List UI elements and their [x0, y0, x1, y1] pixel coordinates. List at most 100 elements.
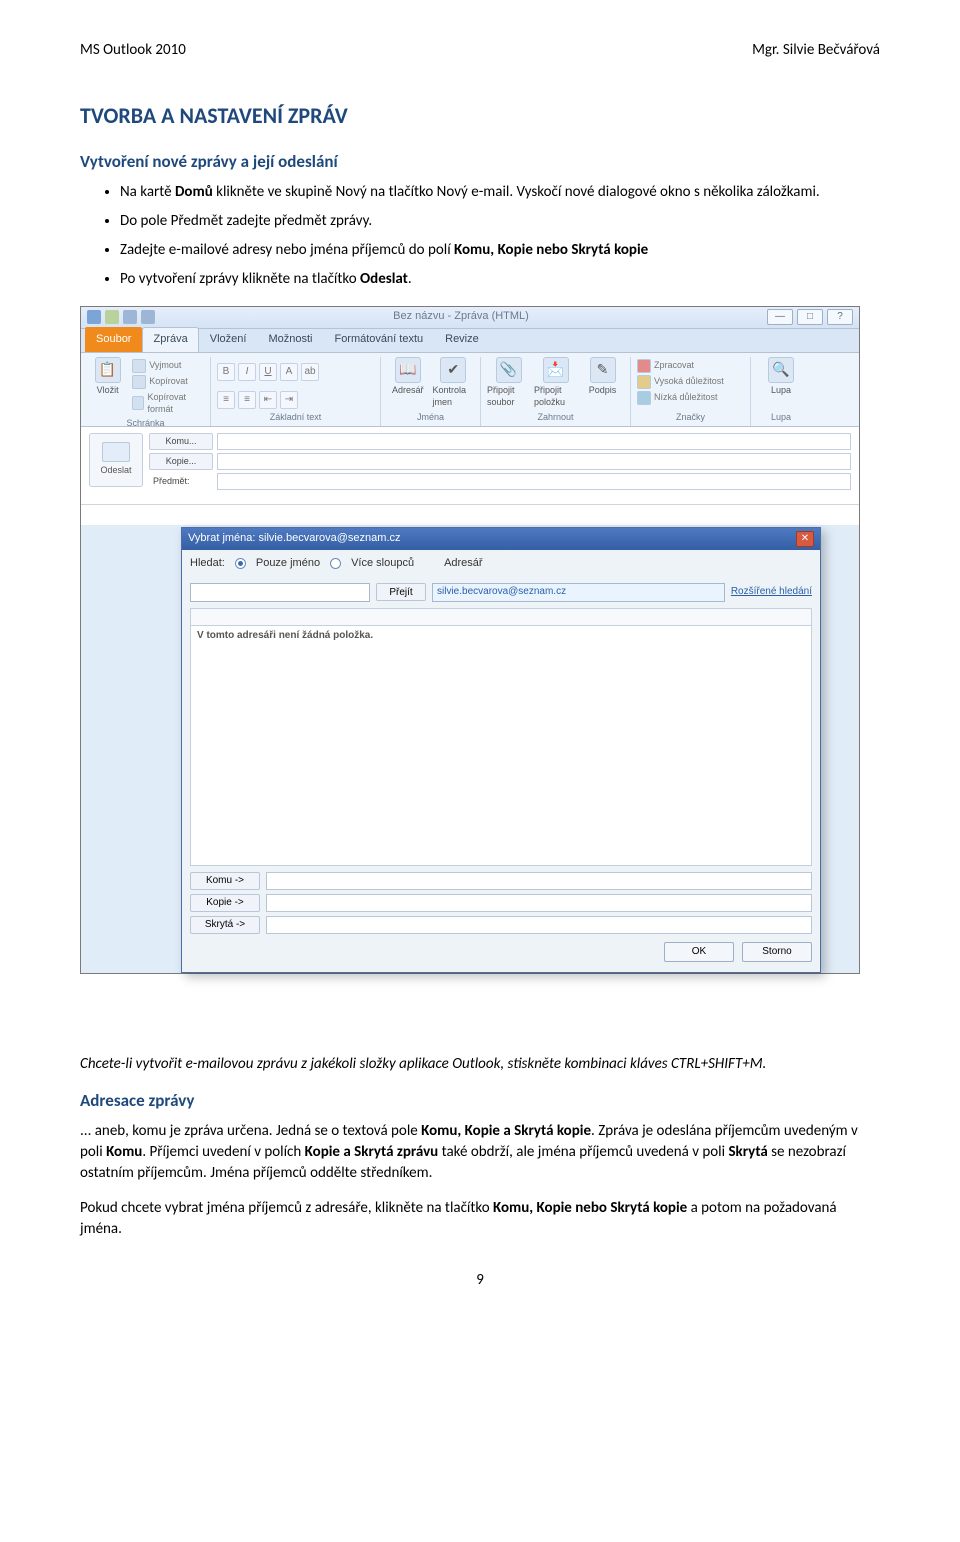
bullets-button[interactable]: ≡ — [217, 391, 235, 409]
pen-icon: ✎ — [590, 357, 616, 383]
brush-icon — [132, 396, 144, 410]
header-left: MS Outlook 2010 — [80, 40, 186, 61]
subsection-create: Vytvoření nové zprávy a její odeslání — [80, 150, 880, 174]
tab-message[interactable]: Zpráva — [142, 327, 198, 351]
search-label: Hledat: — [190, 556, 225, 571]
paste-button[interactable]: 📋 Vložit — [87, 357, 128, 397]
to-input[interactable] — [217, 433, 851, 450]
group-basictext-label: Základní text — [217, 410, 374, 426]
dialog-title-text: Vybrat jména: silvie.becvarova@seznam.cz — [188, 531, 401, 546]
exclamation-icon — [637, 375, 651, 389]
ribbon-tabs: Soubor Zpráva Vložení Možnosti Formátová… — [81, 329, 859, 353]
dest-cc-field[interactable] — [266, 894, 812, 912]
search-input[interactable] — [190, 583, 370, 602]
cc-button[interactable]: Kopie... — [149, 453, 213, 470]
to-button[interactable]: Komu... — [149, 433, 213, 450]
tab-file[interactable]: Soubor — [85, 327, 142, 351]
header-right: Mgr. Silvie Bečvářová — [752, 40, 880, 61]
save-icon[interactable] — [105, 310, 119, 324]
low-importance-button[interactable]: Nízká důležitost — [637, 391, 718, 405]
bullet-list: Na kartě Domů klikněte ve skupině Nový n… — [80, 182, 880, 290]
clipboard-icon: 📋 — [95, 357, 121, 383]
radio-name-only[interactable] — [235, 558, 246, 569]
subject-label: Předmět: — [149, 473, 213, 490]
addressing-paragraph-1: ... aneb, komu je zpráva určena. Jedná s… — [80, 1121, 880, 1184]
bullet-3: Zadejte e-mailové adresy nebo jména příj… — [120, 240, 880, 261]
zoom-button[interactable]: 🔍Lupa — [757, 357, 805, 397]
undo-icon[interactable] — [123, 310, 137, 324]
tab-insert[interactable]: Vložení — [199, 327, 258, 351]
dialog-close-button[interactable]: ✕ — [796, 531, 814, 547]
group-include-label: Zahrnout — [487, 410, 624, 426]
highlight-button[interactable]: ab — [301, 363, 319, 381]
group-clipboard-label: Schránka — [87, 416, 204, 432]
underline-button[interactable]: U — [259, 363, 277, 381]
subject-input[interactable] — [217, 473, 851, 490]
check-names-button[interactable]: ✔Kontrola jmen — [433, 357, 475, 409]
attach-item-button[interactable]: 📩Připojit položku — [534, 357, 577, 409]
font-color-button[interactable]: A — [280, 363, 298, 381]
indent-left-button[interactable]: ⇤ — [259, 391, 277, 409]
group-zoom-label: Lupa — [757, 410, 805, 426]
outlook-screenshot: Bez názvu - Zpráva (HTML) — □ ? Soubor Z… — [80, 306, 860, 974]
ribbon-body: 📋 Vložit Vyjmout Kopírovat Kopírovat for… — [81, 353, 859, 427]
bold-button[interactable]: B — [217, 363, 235, 381]
redo-icon[interactable] — [141, 310, 155, 324]
minimize-button[interactable]: — — [767, 309, 793, 325]
advanced-search-link[interactable]: Rozšířené hledání — [731, 585, 812, 599]
body-text: Chcete-li vytvořit e-mailovou zprávu z j… — [80, 1054, 880, 1240]
dest-bcc-field[interactable] — [266, 916, 812, 934]
maximize-button[interactable]: □ — [797, 309, 823, 325]
indent-right-button[interactable]: ⇥ — [280, 391, 298, 409]
cut-button[interactable]: Vyjmout — [132, 359, 204, 373]
copy-button[interactable]: Kopírovat — [132, 375, 204, 389]
format-painter-button[interactable]: Kopírovat formát — [132, 391, 204, 416]
attach-file-button[interactable]: 📎Připojit soubor — [487, 357, 530, 409]
dest-bcc-button[interactable]: Skrytá -> — [190, 916, 260, 934]
dialog-ok-button[interactable]: OK — [664, 942, 734, 962]
dest-to-button[interactable]: Komu -> — [190, 872, 260, 890]
list-header — [190, 608, 812, 626]
message-body-area[interactable] — [81, 505, 859, 525]
paperclip-icon: 📎 — [496, 357, 522, 383]
list-body: V tomto adresáři není žádná položka. — [190, 626, 812, 866]
quick-access-bar: Bez názvu - Zpráva (HTML) — □ ? — [81, 307, 859, 329]
app-icon — [87, 310, 101, 324]
magnifier-icon: 🔍 — [768, 357, 794, 383]
address-area: Odeslat Komu... Kopie... Předmět: — [81, 427, 859, 505]
scissors-icon — [132, 359, 146, 373]
envelope-icon — [102, 442, 130, 462]
dest-to-field[interactable] — [266, 872, 812, 890]
tab-review[interactable]: Revize — [434, 327, 490, 351]
page-number: 9 — [80, 1270, 880, 1291]
group-names-label: Jména — [387, 410, 474, 426]
tab-options[interactable]: Možnosti — [257, 327, 323, 351]
paragraph-toolbar: ≡ ≡ ⇤ ⇥ — [217, 385, 298, 409]
go-button[interactable]: Přejít — [376, 583, 426, 601]
dest-cc-button[interactable]: Kopie -> — [190, 894, 260, 912]
copy-icon — [132, 375, 146, 389]
radio-more-columns[interactable] — [330, 558, 341, 569]
addressbook-label: Adresář — [444, 556, 483, 571]
high-importance-button[interactable]: Vysoká důležitost — [637, 375, 724, 389]
font-toolbar: B I U A ab — [217, 357, 319, 381]
followup-button[interactable]: Zpracovat — [637, 359, 694, 373]
addressing-paragraph-2: Pokud chcete vybrat jména příjemců z adr… — [80, 1198, 880, 1240]
tab-format[interactable]: Formátování textu — [323, 327, 434, 351]
section-heading: TVORBA A NASTAVENÍ ZPRÁV — [80, 101, 880, 132]
italic-button[interactable]: I — [238, 363, 256, 381]
help-button[interactable]: ? — [827, 309, 853, 325]
bullet-4: Po vytvoření zprávy klikněte na tlačítko… — [120, 269, 880, 290]
bullet-2: Do pole Předmět zadejte předmět zprávy. — [120, 211, 880, 232]
cc-input[interactable] — [217, 453, 851, 470]
signature-button[interactable]: ✎Podpis — [581, 357, 624, 397]
item-icon: 📩 — [543, 357, 569, 383]
window-title: Bez názvu - Zpráva (HTML) — [159, 309, 763, 324]
send-button[interactable]: Odeslat — [89, 433, 143, 487]
addressbook-select[interactable]: silvie.becvarova@seznam.cz — [432, 583, 725, 602]
numbering-button[interactable]: ≡ — [238, 391, 256, 409]
dialog-cancel-button[interactable]: Storno — [742, 942, 812, 962]
group-tags-label: Značky — [637, 410, 744, 426]
address-book-button[interactable]: 📖Adresář — [387, 357, 429, 397]
book-icon: 📖 — [395, 357, 421, 383]
